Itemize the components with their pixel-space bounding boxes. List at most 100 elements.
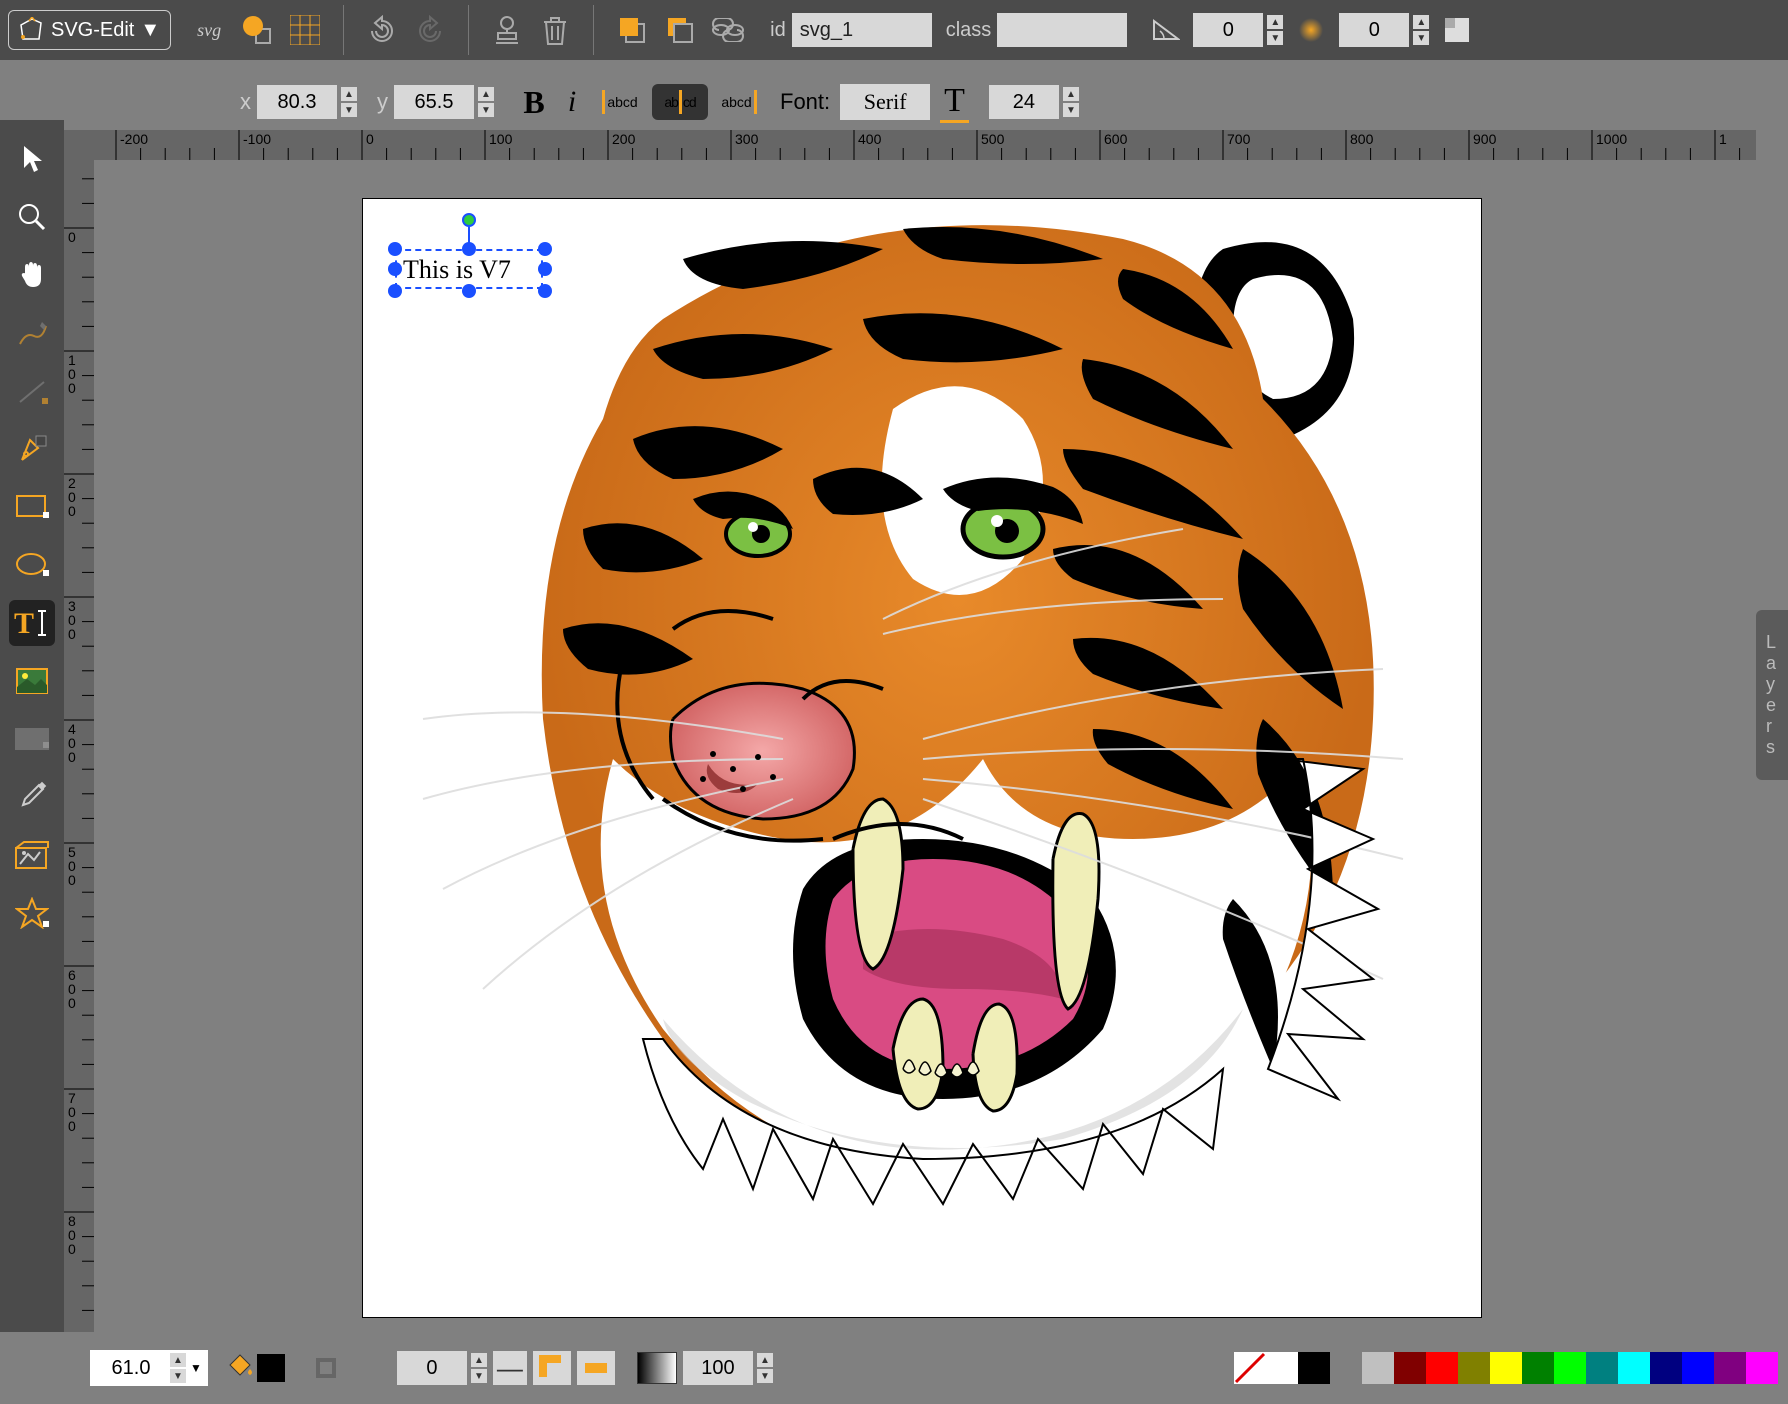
- tiger-drawing[interactable]: [363, 199, 1483, 1319]
- bold-button[interactable]: B: [514, 84, 554, 121]
- palette-swatch[interactable]: [1266, 1352, 1298, 1384]
- class-input[interactable]: [997, 13, 1127, 47]
- image-tool[interactable]: [9, 658, 55, 704]
- palette-swatch[interactable]: [1298, 1352, 1330, 1384]
- placeholder-tool[interactable]: [9, 716, 55, 762]
- fill-color-swatch[interactable]: [257, 1354, 285, 1382]
- select-tool[interactable]: [9, 136, 55, 182]
- blur-spinner[interactable]: ▲▼: [1339, 13, 1429, 47]
- palette-swatch[interactable]: [1554, 1352, 1586, 1384]
- ellipse-tool[interactable]: [9, 542, 55, 588]
- star-tool[interactable]: [9, 890, 55, 936]
- palette-swatch[interactable]: [1586, 1352, 1618, 1384]
- fill-tool-icon[interactable]: [228, 1353, 254, 1384]
- palette-swatch[interactable]: [1650, 1352, 1682, 1384]
- spin-up-icon[interactable]: ▲: [1063, 87, 1079, 101]
- zoom-tool[interactable]: [9, 194, 55, 240]
- blur-input[interactable]: [1339, 13, 1409, 47]
- stroke-dash-button[interactable]: —: [493, 1351, 527, 1385]
- palette-swatch[interactable]: [1458, 1352, 1490, 1384]
- linejoin-button[interactable]: [533, 1351, 571, 1385]
- position-menu-button[interactable]: [1437, 10, 1477, 50]
- delete-button[interactable]: [535, 10, 575, 50]
- clone-button[interactable]: [487, 10, 527, 50]
- zoom-input[interactable]: [96, 1356, 166, 1381]
- edit-source-button[interactable]: svg: [189, 10, 229, 50]
- spin-up-icon[interactable]: ▲: [757, 1353, 773, 1367]
- spin-down-icon[interactable]: ▼: [471, 1369, 487, 1383]
- spin-up-icon[interactable]: ▲: [478, 87, 494, 101]
- font-size-input[interactable]: [989, 85, 1059, 119]
- spin-down-icon[interactable]: ▼: [341, 103, 357, 117]
- show-grid-button[interactable]: [285, 10, 325, 50]
- path-tool[interactable]: [9, 426, 55, 472]
- angle-spinner[interactable]: ▲▼: [1193, 13, 1283, 47]
- id-input[interactable]: [792, 13, 932, 47]
- pencil-tool[interactable]: [9, 310, 55, 356]
- spin-down-icon[interactable]: ▼: [170, 1369, 186, 1383]
- palette-swatch[interactable]: [1362, 1352, 1394, 1384]
- spin-up-icon[interactable]: ▲: [170, 1353, 186, 1367]
- anchor-end-button[interactable]: abcd: [712, 84, 768, 120]
- zoom-control[interactable]: ▲ ▼ ▼: [90, 1350, 208, 1386]
- font-size-spinner[interactable]: ▲▼: [989, 85, 1079, 119]
- font-family-select[interactable]: [840, 84, 930, 120]
- redo-button[interactable]: [410, 10, 450, 50]
- palette-swatch[interactable]: [1394, 1352, 1426, 1384]
- handle-w[interactable]: [388, 262, 402, 276]
- no-color-swatch[interactable]: [1234, 1352, 1266, 1384]
- anchor-start-button[interactable]: abcd: [592, 84, 648, 120]
- italic-button[interactable]: i: [554, 85, 590, 119]
- spin-down-icon[interactable]: ▼: [1413, 31, 1429, 45]
- move-top-button[interactable]: [612, 10, 652, 50]
- handle-s[interactable]: [462, 284, 476, 298]
- ruler-vertical[interactable]: 0100200300400500600700800: [64, 160, 94, 1332]
- make-link-button[interactable]: [708, 10, 748, 50]
- spin-up-icon[interactable]: ▲: [471, 1353, 487, 1367]
- stroke-color-swatch[interactable]: [318, 1360, 334, 1376]
- layers-panel-tab[interactable]: Layers: [1756, 610, 1788, 780]
- handle-n[interactable]: [462, 242, 476, 256]
- opacity-input[interactable]: [683, 1351, 753, 1385]
- spin-down-icon[interactable]: ▼: [1267, 31, 1283, 45]
- main-menu-button[interactable]: SVG-Edit ▼: [8, 10, 171, 50]
- line-tool[interactable]: [9, 368, 55, 414]
- handle-ne[interactable]: [538, 242, 552, 256]
- stroke-width-control[interactable]: ▲▼: [397, 1351, 487, 1385]
- wireframe-button[interactable]: [237, 10, 277, 50]
- text-decoration-icon[interactable]: T: [940, 82, 969, 123]
- angle-input[interactable]: [1193, 13, 1263, 47]
- chevron-down-icon[interactable]: ▼: [190, 1361, 202, 1375]
- palette-swatch[interactable]: [1746, 1352, 1778, 1384]
- spin-up-icon[interactable]: ▲: [341, 87, 357, 101]
- rotate-handle[interactable]: [462, 213, 476, 227]
- anchor-middle-button[interactable]: abcd: [652, 84, 708, 120]
- palette-swatch[interactable]: [1682, 1352, 1714, 1384]
- stroke-width-input[interactable]: [397, 1351, 467, 1385]
- selected-text[interactable]: This is V7: [403, 255, 511, 285]
- x-input[interactable]: [257, 85, 337, 119]
- palette-swatch[interactable]: [1490, 1352, 1522, 1384]
- rect-tool[interactable]: [9, 484, 55, 530]
- spin-down-icon[interactable]: ▼: [478, 103, 494, 117]
- ruler-horizontal[interactable]: -200-10001002003004005006007008009001000…: [94, 130, 1756, 160]
- linecap-button[interactable]: [577, 1351, 615, 1385]
- palette-swatch[interactable]: [1714, 1352, 1746, 1384]
- handle-e[interactable]: [538, 262, 552, 276]
- palette-swatch[interactable]: [1618, 1352, 1650, 1384]
- pan-tool[interactable]: [9, 252, 55, 298]
- spin-up-icon[interactable]: ▲: [1413, 15, 1429, 29]
- spin-down-icon[interactable]: ▼: [1063, 103, 1079, 117]
- palette-swatch[interactable]: [1522, 1352, 1554, 1384]
- handle-sw[interactable]: [388, 284, 402, 298]
- handle-se[interactable]: [538, 284, 552, 298]
- eyedropper-tool[interactable]: [9, 774, 55, 820]
- move-bottom-button[interactable]: [660, 10, 700, 50]
- y-input[interactable]: [394, 85, 474, 119]
- spin-up-icon[interactable]: ▲: [1267, 15, 1283, 29]
- opacity-control[interactable]: ▲▼: [683, 1351, 773, 1385]
- canvas[interactable]: This is V7: [362, 198, 1482, 1318]
- palette-swatch[interactable]: [1330, 1352, 1362, 1384]
- palette-swatch[interactable]: [1426, 1352, 1458, 1384]
- library-tool[interactable]: [9, 832, 55, 878]
